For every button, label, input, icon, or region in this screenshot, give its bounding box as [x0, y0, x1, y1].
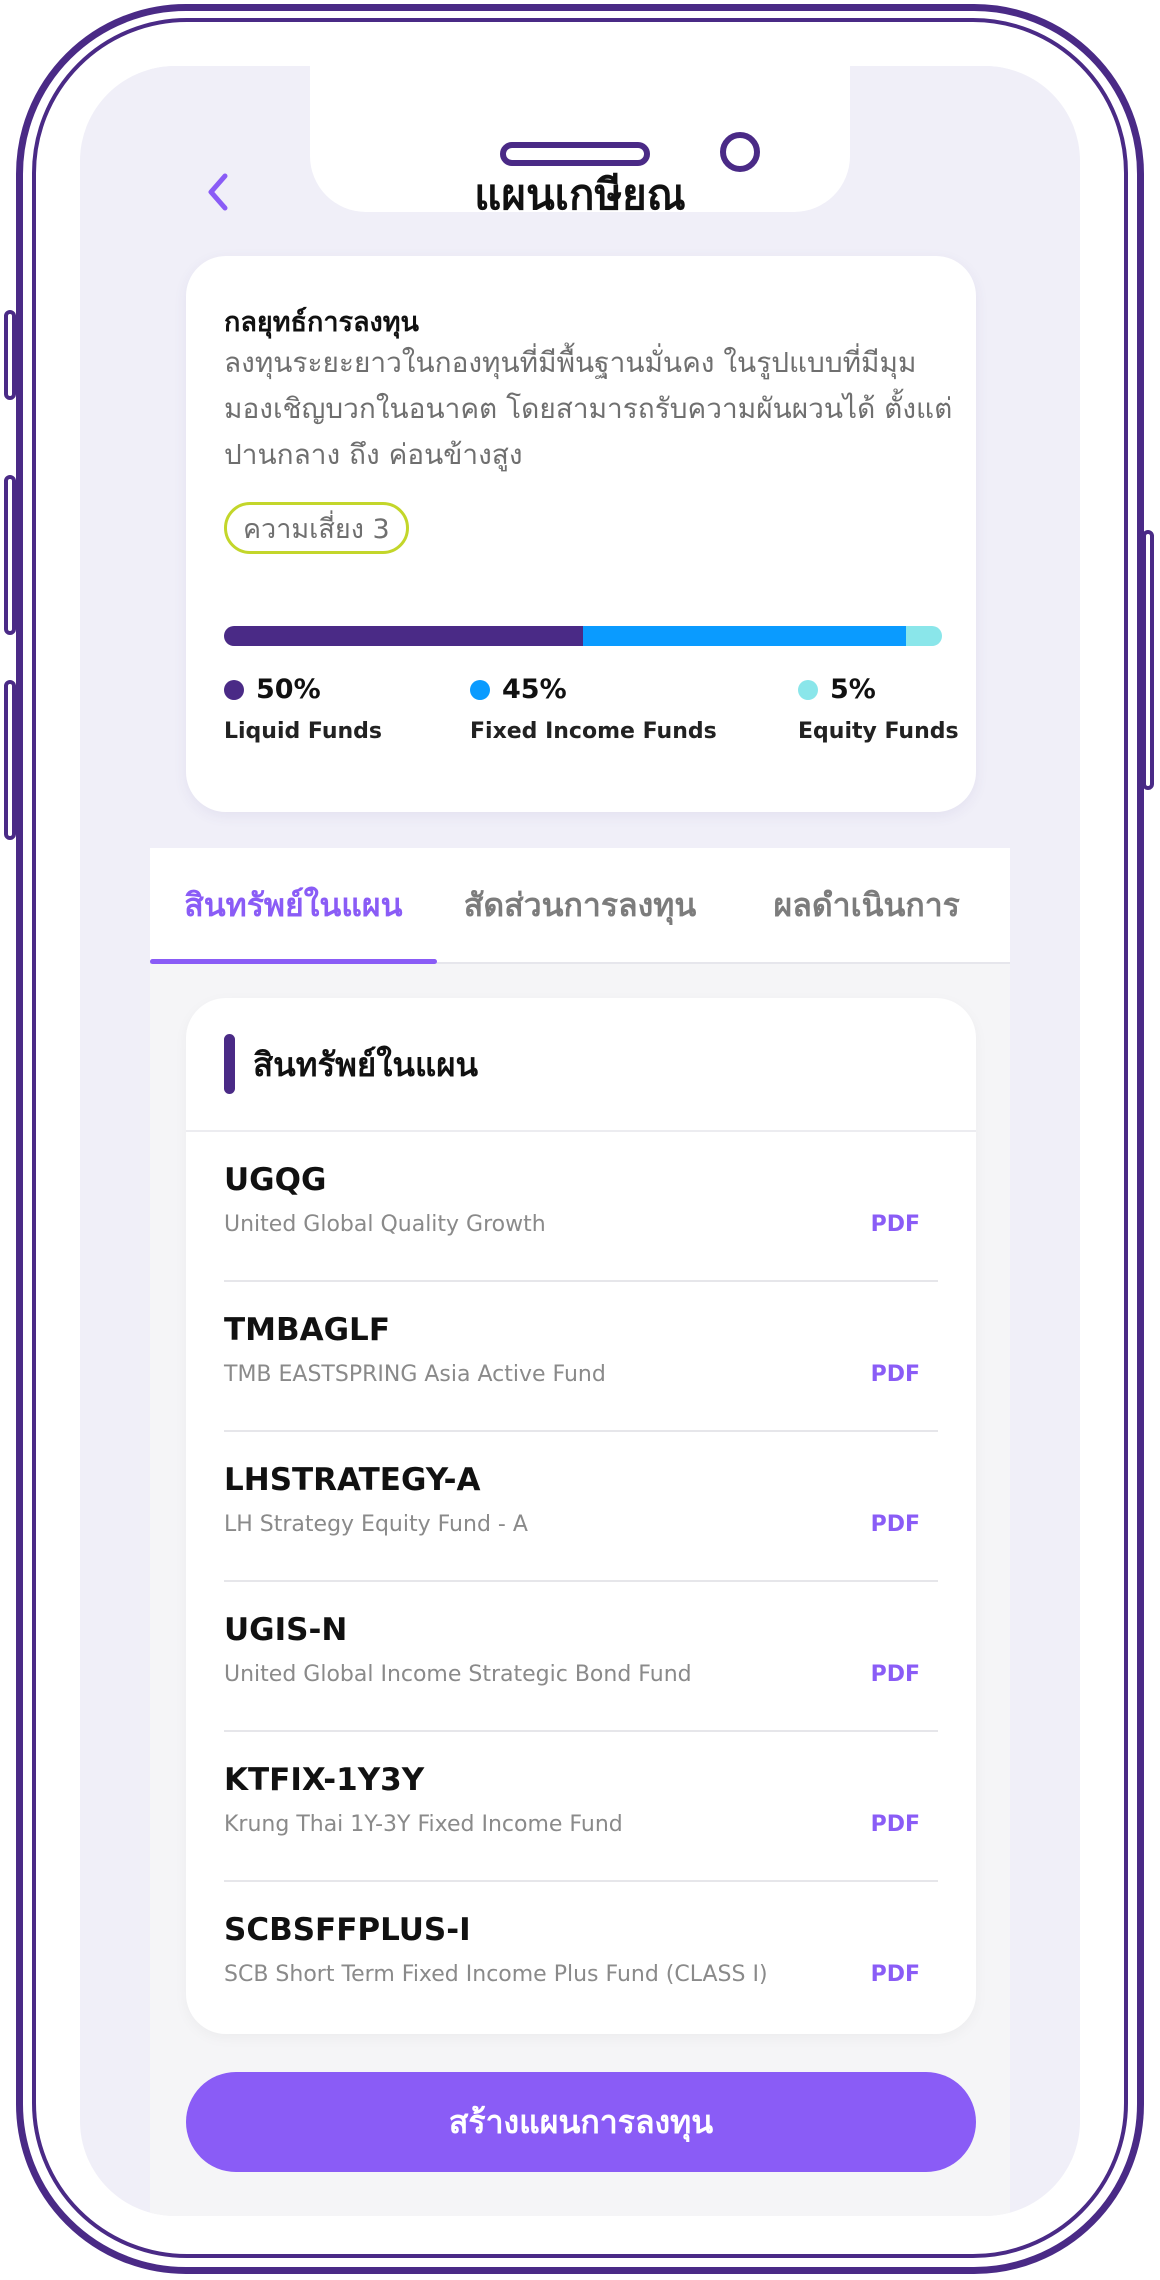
tab-assets[interactable]: สินทรัพย์ในแผน: [150, 848, 437, 964]
create-plan-button[interactable]: สร้างแผนการลงทุน: [186, 2072, 976, 2172]
list-item: UGQG United Global Quality Growth PDF: [224, 1132, 938, 1282]
assets-card: สินทรัพย์ในแผน UGQG United Global Qualit…: [186, 998, 976, 2034]
legend-dot-fixed-income: [470, 679, 490, 700]
fund-name: United Global Income Strategic Bond Fund: [224, 1662, 692, 1687]
list-item: TMBAGLF TMB EASTSPRING Asia Active Fund …: [224, 1282, 938, 1432]
legend-equity: 5% Equity Funds: [798, 674, 959, 744]
header-accent-bar: [224, 1034, 235, 1094]
pdf-link[interactable]: PDF: [871, 1812, 920, 1837]
fund-code: SCBSFFPLUS-I: [224, 1912, 471, 1948]
fund-code: UGIS-N: [224, 1612, 348, 1648]
chevron-left-icon: [208, 173, 228, 211]
legend-label-liquid: Liquid Funds: [224, 719, 383, 744]
legend-percent-fixed-income: 45%: [502, 674, 567, 705]
legend-label-equity: Equity Funds: [798, 719, 959, 744]
fund-code: KTFIX-1Y3Y: [224, 1762, 425, 1798]
pdf-link[interactable]: PDF: [871, 1362, 920, 1387]
legend-fixed-income: 45% Fixed Income Funds: [470, 674, 717, 744]
strategy-description: ลงทุนระยะยาวในกองทุนที่มีพื้นฐานมั่นคง ใ…: [224, 346, 953, 471]
pdf-link[interactable]: PDF: [871, 1512, 920, 1537]
back-button[interactable]: [194, 168, 242, 216]
pdf-link[interactable]: PDF: [871, 1962, 920, 1987]
fund-name: TMB EASTSPRING Asia Active Fund: [224, 1362, 606, 1387]
assets-header: สินทรัพย์ในแผน: [186, 998, 976, 1132]
assets-title: สินทรัพย์ในแผน: [253, 1044, 479, 1084]
page-title: แผนเกษียณ: [474, 170, 686, 219]
pdf-link[interactable]: PDF: [871, 1212, 920, 1237]
legend-label-fixed-income: Fixed Income Funds: [470, 719, 717, 744]
allocation-segment-liquid: [224, 626, 583, 646]
risk-badge: ความเสี่ยง 3: [224, 502, 409, 554]
fund-code: UGQG: [224, 1162, 327, 1198]
list-item: UGIS-N United Global Income Strategic Bo…: [224, 1582, 938, 1732]
screen: แผนเกษียณ กลยุทธ์การลงทุน ลงทุนระยะยาวใน…: [80, 66, 1080, 2216]
legend-percent-equity: 5%: [830, 674, 876, 705]
strategy-title: กลยุทธ์การลงทุน: [224, 307, 419, 338]
allocation-segment-equity: [906, 626, 942, 646]
legend-percent-liquid: 50%: [256, 674, 321, 705]
allocation-bar: [224, 626, 942, 646]
side-button-left-1: [4, 310, 16, 400]
fund-code: TMBAGLF: [224, 1312, 390, 1348]
fund-name: LH Strategy Equity Fund - A: [224, 1512, 528, 1537]
strategy-card: กลยุทธ์การลงทุน ลงทุนระยะยาวในกองทุนที่ม…: [186, 256, 976, 812]
fund-name: Krung Thai 1Y-3Y Fixed Income Fund: [224, 1812, 623, 1837]
side-button-right: [1142, 530, 1154, 790]
tab-bar: สินทรัพย์ในแผน สัดส่วนการลงทุน ผลดำเนินก…: [150, 848, 1010, 964]
fund-code: LHSTRATEGY-A: [224, 1462, 481, 1498]
legend-dot-liquid: [224, 679, 244, 700]
tab-performance[interactable]: ผลดำเนินการ: [723, 848, 1010, 962]
list-item: SCBSFFPLUS-I SCB Short Term Fixed Income…: [224, 1882, 938, 2032]
list-item: KTFIX-1Y3Y Krung Thai 1Y-3Y Fixed Income…: [224, 1732, 938, 1882]
side-button-left-2: [4, 475, 16, 635]
fund-name: United Global Quality Growth: [224, 1212, 546, 1237]
legend-liquid: 50% Liquid Funds: [224, 674, 382, 744]
side-button-left-3: [4, 680, 16, 840]
fund-name: SCB Short Term Fixed Income Plus Fund (C…: [224, 1962, 768, 1987]
allocation-segment-fixed-income: [583, 626, 907, 646]
list-item: LHSTRATEGY-A LH Strategy Equity Fund - A…: [224, 1432, 938, 1582]
legend-dot-equity: [798, 679, 818, 700]
pdf-link[interactable]: PDF: [871, 1662, 920, 1687]
tab-allocation[interactable]: สัดส่วนการลงทุน: [437, 848, 724, 962]
content-area: สินทรัพย์ในแผน UGQG United Global Qualit…: [150, 964, 1010, 2216]
